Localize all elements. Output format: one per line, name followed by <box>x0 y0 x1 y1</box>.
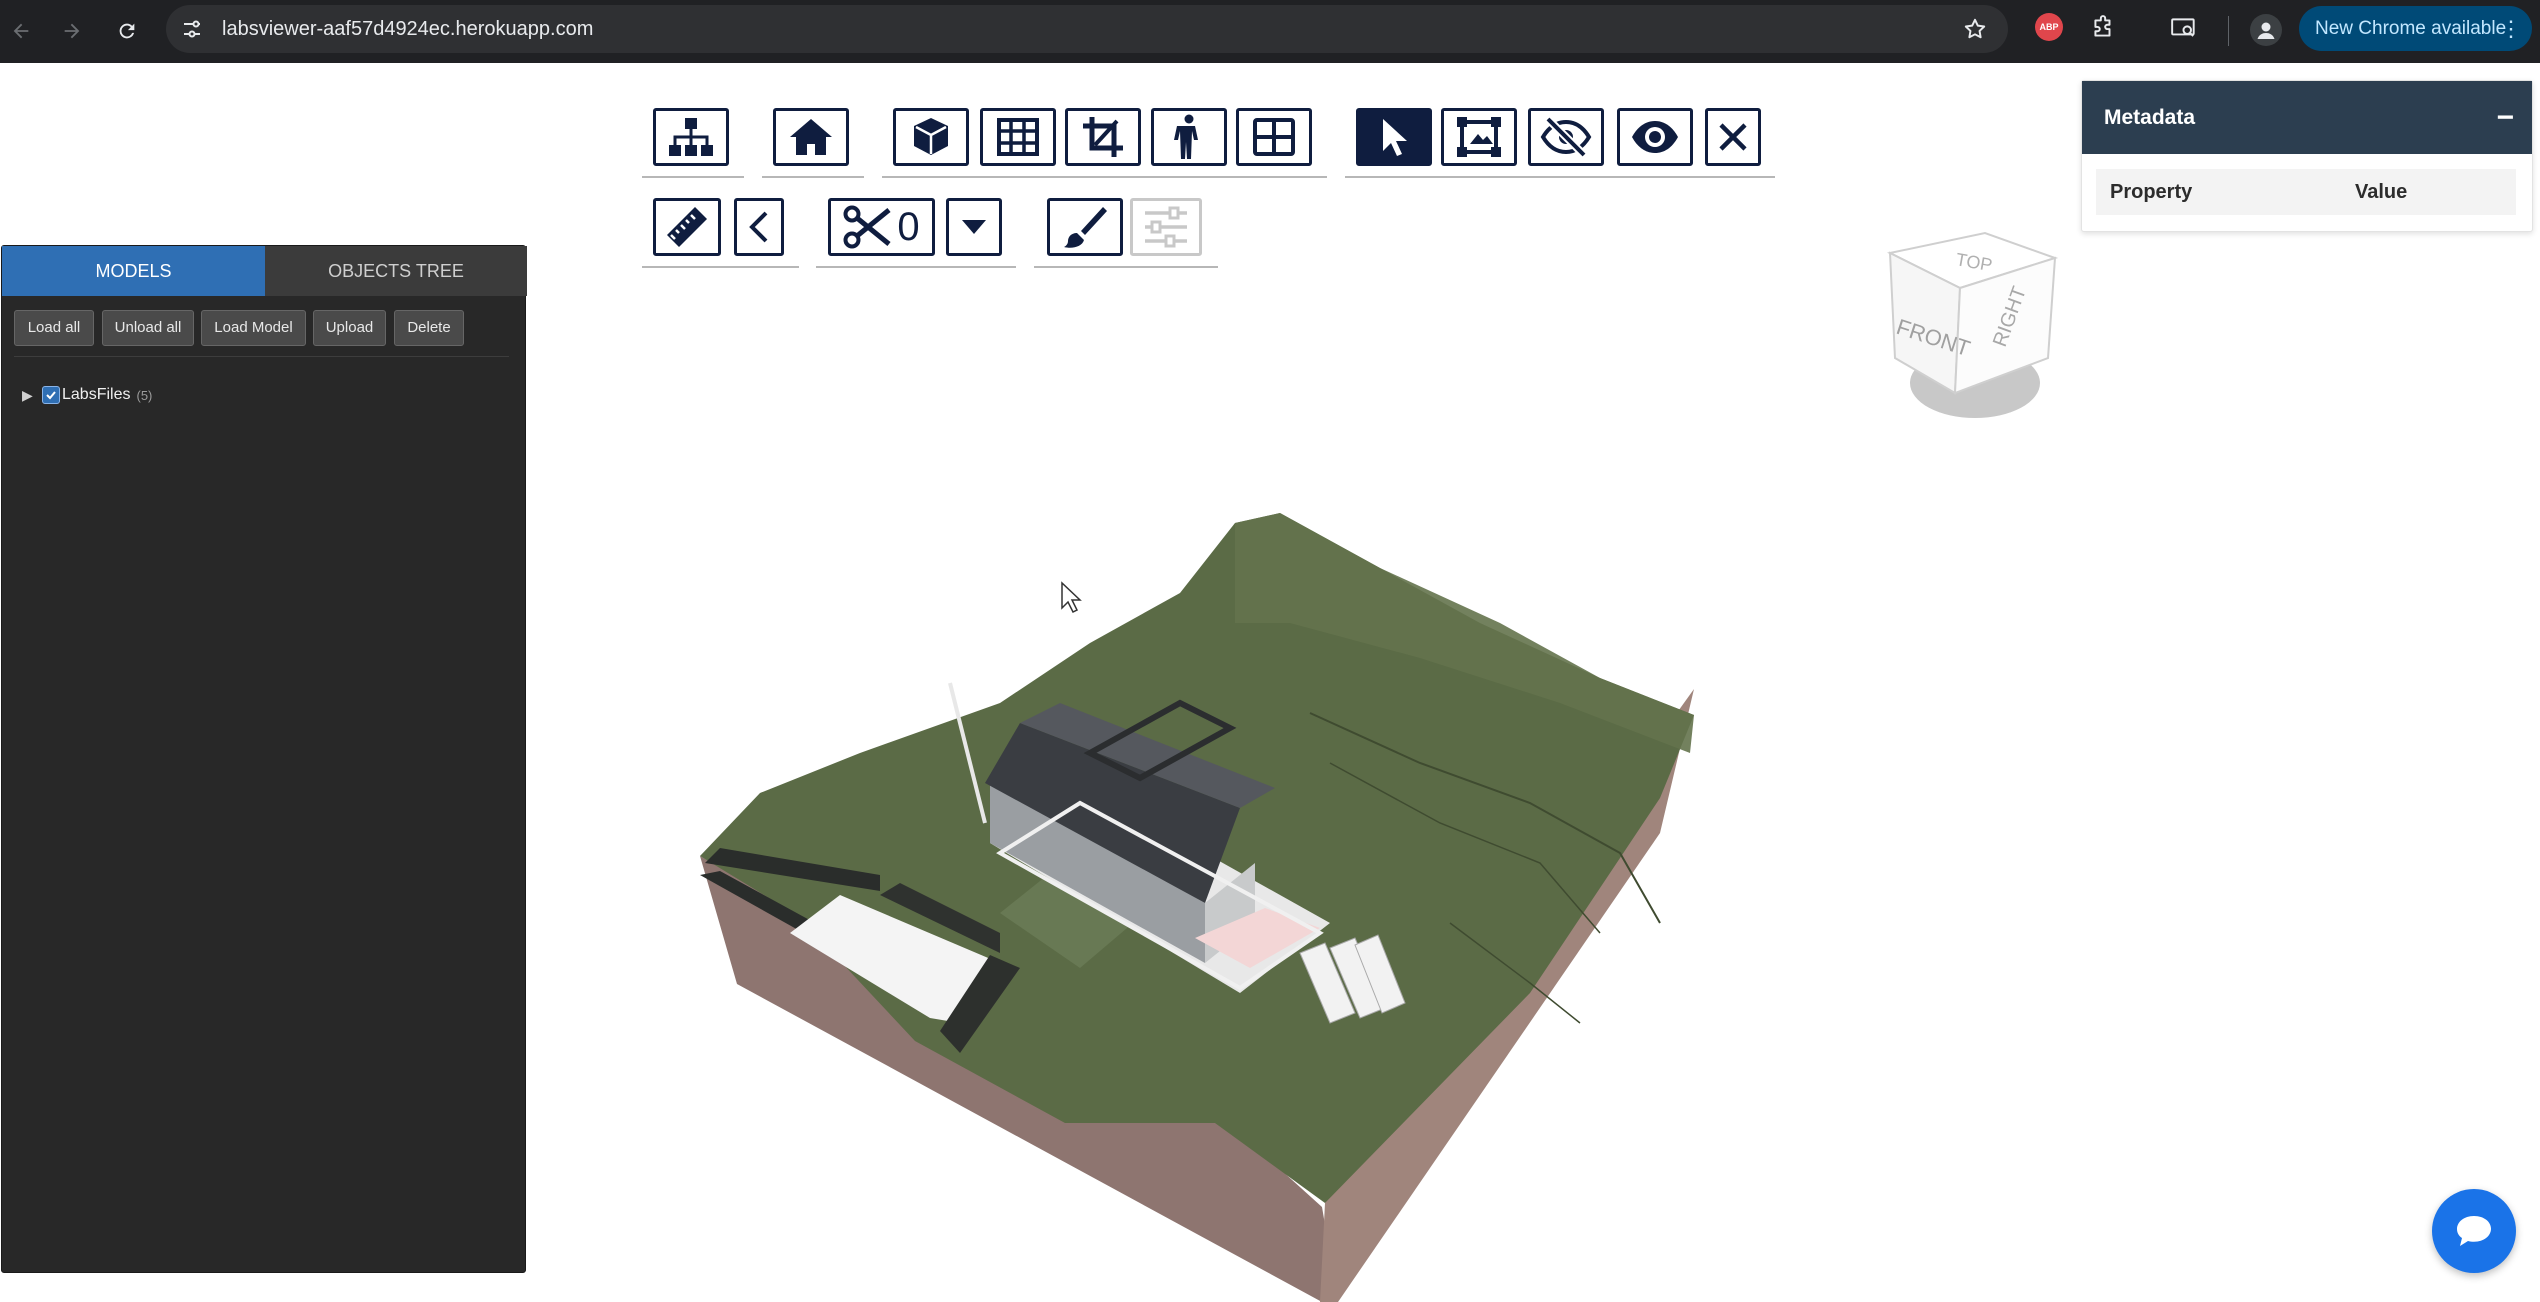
section-box-button[interactable] <box>1065 108 1141 166</box>
3d-view-button[interactable] <box>893 108 969 166</box>
model-tree-button[interactable] <box>653 108 729 166</box>
show-all-button[interactable] <box>1617 108 1693 166</box>
reload-icon <box>119 23 135 39</box>
toolbar-group-underline <box>816 266 1016 268</box>
delete-button[interactable]: Delete <box>394 310 464 346</box>
forward-button[interactable] <box>55 14 89 48</box>
profile-avatar[interactable] <box>2250 14 2282 46</box>
tree-item-checkbox[interactable] <box>42 386 60 404</box>
chat-bubble-icon <box>2457 1216 2491 1246</box>
pointer-icon <box>1383 119 1407 156</box>
select-tool-button[interactable] <box>1356 108 1432 166</box>
paintbrush-icon <box>1064 207 1107 248</box>
hierarchy-icon <box>669 118 713 156</box>
section-options-button[interactable] <box>946 198 1002 256</box>
load-model-button[interactable]: Load Model <box>201 310 306 346</box>
site-info-icon[interactable] <box>180 17 204 46</box>
arrow-left-icon <box>13 23 29 39</box>
arrow-right-icon <box>64 23 80 39</box>
person-walk-icon <box>1174 114 1198 159</box>
metadata-title: Metadata <box>2104 106 2196 129</box>
panel-divider <box>14 356 509 357</box>
window-icon <box>1253 118 1295 156</box>
models-panel: MODELS OBJECTS TREE Load all Unload all … <box>1 245 527 1273</box>
upload-button[interactable]: Upload <box>313 310 386 346</box>
caret-down-icon <box>962 220 986 234</box>
measure-button[interactable] <box>653 198 721 256</box>
eye-slash-icon <box>1540 116 1592 158</box>
tree-item-label: LabsFiles <box>62 386 131 403</box>
column-property: Property <box>2110 181 2193 203</box>
abp-label: ABP <box>2035 13 2063 41</box>
toolbar-divider <box>2228 16 2229 46</box>
mouse-cursor-icon <box>1061 581 1082 614</box>
hide-selected-button[interactable] <box>1528 108 1604 166</box>
minimize-button[interactable]: − <box>2496 81 2514 154</box>
bookmark-star-icon[interactable] <box>1962 16 1988 47</box>
toolbar-group-underline <box>882 176 1327 178</box>
select-box-icon <box>1457 117 1501 157</box>
chat-widget-button[interactable] <box>2432 1189 2516 1273</box>
collapse-left-button[interactable] <box>734 198 784 256</box>
grid-icon <box>997 118 1039 156</box>
adblock-extension-icon[interactable]: ABP <box>2035 13 2063 41</box>
cast-search-icon[interactable] <box>2170 15 2198 46</box>
close-icon <box>1719 123 1747 151</box>
box-select-button[interactable] <box>1441 108 1517 166</box>
clear-selection-button[interactable] <box>1705 108 1761 166</box>
toolbar-group-underline <box>642 266 799 268</box>
settings-sliders-button[interactable] <box>1130 198 1202 256</box>
scissors-icon <box>843 205 891 249</box>
first-person-button[interactable] <box>1151 108 1227 166</box>
toolbar-group-underline <box>1034 266 1218 268</box>
toolbar-group-underline <box>642 176 744 178</box>
checkmark-icon <box>46 391 56 400</box>
home-view-button[interactable] <box>773 108 849 166</box>
person-icon <box>2257 22 2275 39</box>
unload-all-button[interactable]: Unload all <box>102 310 194 346</box>
reload-button[interactable] <box>110 14 144 48</box>
cube-icon <box>914 118 948 155</box>
extensions-puzzle-icon[interactable] <box>2090 15 2116 46</box>
browser-toolbar: labsviewer-aaf57d4924ec.herokuapp.com AB… <box>0 0 2540 63</box>
toolbar-group-underline <box>762 176 864 178</box>
update-label: New Chrome available <box>2315 18 2507 39</box>
tree-item-count: (5) <box>136 387 153 403</box>
address-bar[interactable]: labsviewer-aaf57d4924ec.herokuapp.com <box>166 5 2008 53</box>
toolbar-group-underline <box>1345 176 1775 178</box>
chrome-update-button[interactable]: New Chrome available ⋮ <box>2299 6 2532 51</box>
metadata-panel: Metadata − Property Value <box>2081 80 2533 232</box>
tab-objects-tree[interactable]: OBJECTS TREE <box>265 246 527 296</box>
multi-view-button[interactable] <box>1236 108 1312 166</box>
section-cut-button[interactable]: 0 <box>828 198 935 256</box>
crop-icon <box>1083 117 1123 157</box>
expand-arrow-icon[interactable]: ▶ <box>22 387 42 404</box>
ruler-icon <box>667 207 707 247</box>
sliders-icon <box>1145 206 1187 248</box>
load-all-button[interactable]: Load all <box>14 310 94 346</box>
section-count: 0 <box>897 204 920 249</box>
tab-models[interactable]: MODELS <box>2 246 265 296</box>
paint-button[interactable] <box>1047 198 1123 256</box>
plan-view-button[interactable] <box>980 108 1056 166</box>
metadata-header: Metadata − <box>2082 81 2532 154</box>
metadata-table-header: Property Value <box>2096 169 2516 215</box>
back-button[interactable] <box>4 14 38 48</box>
eye-icon <box>1632 121 1678 153</box>
home-icon <box>790 119 832 155</box>
chevron-left-icon <box>749 211 768 243</box>
tree-item-labsfiles[interactable]: ▶ LabsFiles (5) <box>22 384 152 406</box>
url-text: labsviewer-aaf57d4924ec.herokuapp.com <box>222 18 594 40</box>
column-value: Value <box>2355 181 2408 203</box>
kebab-menu-icon[interactable]: ⋮ <box>2500 6 2522 51</box>
